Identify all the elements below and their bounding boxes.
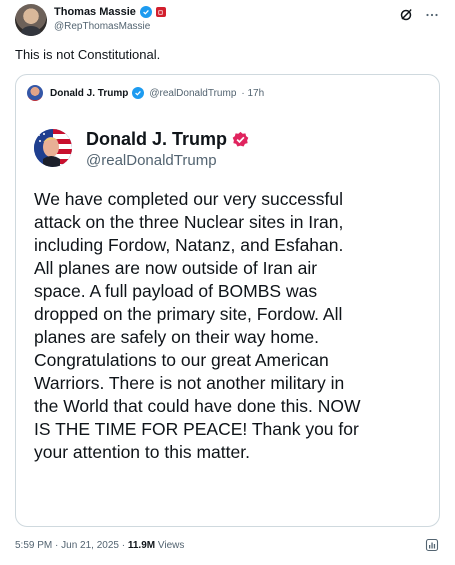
post-body-line: your attention to this matter. — [34, 442, 250, 462]
pink-verified-icon — [232, 131, 249, 147]
post-body-line: dropped on the primary site, Fordow. All — [34, 304, 343, 324]
tweet-footer: 5:59 PM · Jun 21, 2025 · 11.9M Views — [15, 538, 445, 555]
grok-icon[interactable] — [399, 8, 413, 22]
post-body-line: IS THE TIME FOR PEACE! Thank you for — [34, 419, 359, 439]
post-body-line: space. A full payload of BOMBS was — [34, 281, 318, 301]
quoted-tweet-card[interactable]: Donald J. Trump @realDonaldTrump · 17h D… — [15, 74, 440, 527]
post-author-name: Donald J. Trump — [86, 129, 228, 149]
post-body-line: attack on the three Nuclear sites in Ira… — [34, 212, 344, 232]
post-author-name-line: Donald J. Trump — [86, 129, 249, 150]
post-body-line: We have completed our very successful — [34, 189, 343, 209]
views-count: 11.9M — [127, 540, 156, 551]
quoted-author-handle: @realDonaldTrump — [149, 87, 237, 99]
post-body-line: the World that could have done this. NOW — [34, 396, 361, 416]
post-body-line: including Fordow, Natanz, and Esfahan. — [34, 235, 344, 255]
author-avatar[interactable] — [15, 4, 47, 36]
post-body-line: Warriors. There is not another military … — [34, 373, 345, 393]
verified-badge-icon — [132, 87, 145, 99]
post-body-line: planes are safely on their way home. — [34, 327, 320, 347]
post-body: We have completed our very successful at… — [34, 188, 429, 464]
author-handle[interactable]: @RepThomasMassie — [54, 21, 150, 32]
author-name-line: Thomas Massie — [54, 6, 166, 18]
verified-badge-icon[interactable] — [139, 6, 152, 18]
timestamp[interactable]: 5:59 PM · Jun 21, 2025 · — [15, 540, 128, 551]
quoted-author-name: Donald J. Trump — [50, 87, 129, 99]
quoted-tweet-header: Donald J. Trump @realDonaldTrump · 17h — [27, 85, 264, 101]
flag-badge-icon[interactable] — [155, 7, 166, 17]
tweet-header: Thomas Massie @RepThomasMassie — [15, 4, 445, 38]
post-author-handle: @realDonaldTrump — [86, 152, 217, 169]
author-name[interactable]: Thomas Massie — [54, 6, 136, 18]
quoted-author-avatar-small — [27, 85, 43, 101]
more-icon[interactable] — [425, 8, 439, 22]
post-body-line: Congratulations to our great American — [34, 350, 329, 370]
views-label: Views — [155, 540, 185, 551]
tweet-text: This is not Constitutional. — [15, 47, 161, 62]
header-actions — [399, 8, 439, 22]
quoted-time: · 17h — [241, 87, 265, 99]
post-body-line: All planes are now outside of Iran air — [34, 258, 318, 278]
view-stats-icon[interactable] — [425, 538, 439, 555]
post-author-avatar — [34, 129, 72, 167]
